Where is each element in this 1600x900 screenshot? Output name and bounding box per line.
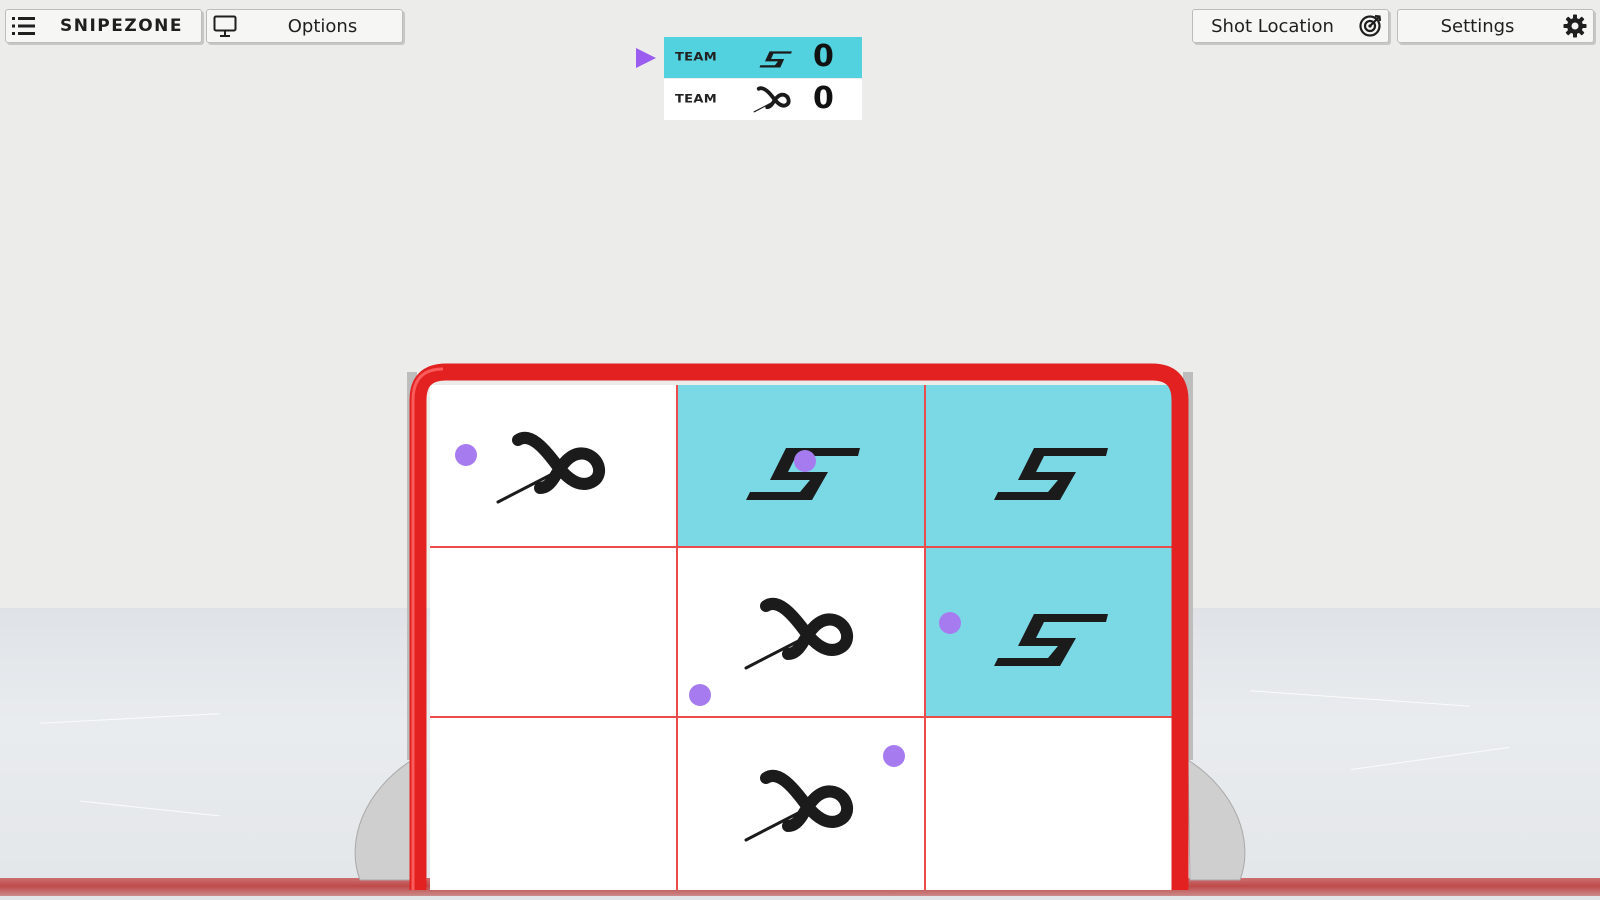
shot-marker (689, 684, 711, 706)
infinity-swoosh-logo-icon (744, 770, 854, 842)
shot-location-button[interactable]: Shot Location (1192, 9, 1389, 43)
list-icon (6, 11, 42, 41)
team-row-s: TEAM 0 (664, 37, 862, 78)
shot-marker (794, 450, 816, 472)
team-row-x: TEAM 0 (664, 79, 862, 120)
board-cell-r2-c1[interactable] (430, 548, 678, 718)
infinity-swoosh-logo-icon (753, 86, 791, 113)
menu-button[interactable]: SNIPEZONE (5, 9, 202, 43)
snipe-s-logo-icon (759, 51, 792, 68)
settings-label: Settings (1440, 15, 1515, 37)
team-label: TEAM (675, 92, 717, 107)
options-button[interactable]: Options (206, 9, 403, 43)
team-score: 0 (813, 81, 834, 116)
snipe-s-logo-icon (994, 447, 1108, 500)
settings-button[interactable]: Settings (1397, 9, 1594, 43)
board-cell-r2-c3[interactable] (926, 548, 1172, 718)
shot-marker (939, 612, 961, 634)
board-cell-r2-c2[interactable] (678, 548, 926, 718)
team-score: 0 (813, 39, 834, 74)
options-label: Options (287, 15, 358, 37)
shot-location-label: Shot Location (1211, 15, 1334, 37)
app-title: SNIPEZONE (60, 16, 183, 36)
snipe-s-logo-icon (994, 614, 1108, 666)
board-cell-r3-c1[interactable] (430, 718, 678, 890)
shot-marker (883, 745, 905, 767)
target-icon (1352, 11, 1388, 41)
board-cell-r1-c1[interactable] (430, 385, 678, 548)
monitor-icon (207, 11, 243, 41)
shot-marker (455, 444, 477, 466)
active-team-indicator (636, 48, 656, 68)
infinity-swoosh-logo-icon (744, 598, 854, 670)
scoreboard: TEAM 0 TEAM 0 (664, 37, 862, 122)
gear-icon (1557, 11, 1593, 41)
team-label: TEAM (675, 50, 717, 65)
board-cell-r1-c3[interactable] (926, 385, 1172, 548)
infinity-swoosh-logo-icon (496, 431, 606, 503)
board-cell-r3-c3[interactable] (926, 718, 1172, 890)
board-cell-r3-c2[interactable] (678, 718, 926, 890)
